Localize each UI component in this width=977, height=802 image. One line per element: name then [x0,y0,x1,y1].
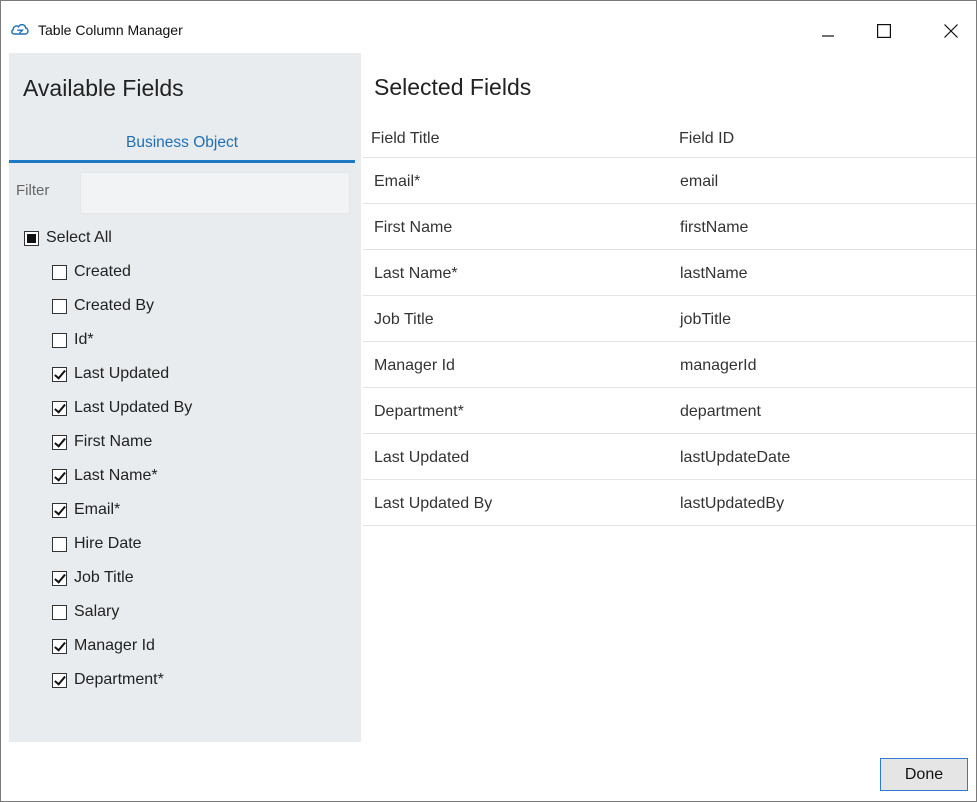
field-title-cell: Last Updated [374,449,470,466]
done-button[interactable]: Done [880,758,968,791]
field-id-cell: lastUpdateDate [680,449,791,466]
field-checkbox[interactable] [52,570,67,586]
field-label: Id* [74,331,94,348]
filter-label: Filter [16,182,50,199]
table-divider [363,295,976,296]
field-checkbox[interactable] [52,536,67,552]
table-divider [363,387,976,388]
field-title-cell: Job Title [374,311,434,328]
field-item[interactable]: Email* [52,499,120,521]
title-bar: Table Column Manager [1,1,976,53]
field-item[interactable]: Department* [52,669,164,691]
field-id-cell: firstName [680,219,749,236]
field-title-cell: Last Name* [374,265,458,282]
field-id-cell: managerId [680,357,757,374]
field-item[interactable]: Created By [52,295,154,317]
field-label: Department* [74,671,164,688]
field-checkbox[interactable] [52,502,67,518]
field-id-cell: lastUpdatedBy [680,495,785,512]
field-title-cell: Email* [374,173,421,190]
table-divider [363,433,976,434]
close-button[interactable] [928,13,974,49]
field-item[interactable]: Id* [52,329,94,351]
maximize-icon [877,24,891,38]
field-checkbox[interactable] [52,468,67,484]
column-header-field-id[interactable]: Field ID [679,130,734,148]
field-item[interactable]: Salary [52,601,119,623]
column-header-field-title[interactable]: Field Title [371,130,439,148]
field-checkbox[interactable] [52,604,67,620]
field-item[interactable]: Manager Id [52,635,155,657]
select-all-label: Select All [46,229,112,246]
field-checkbox[interactable] [52,332,67,348]
field-label: Last Updated [74,365,170,382]
table-divider [363,249,976,250]
field-label: Salary [74,603,120,620]
available-fields-pane: Available Fields Business Object Filter … [9,53,361,742]
select-all-checkbox[interactable]: Select All [24,227,112,249]
filter-input[interactable] [80,172,350,214]
field-checkbox[interactable] [52,298,67,314]
table-divider [363,341,976,342]
cloud-app-icon [10,21,30,37]
field-checkbox[interactable] [52,672,67,688]
window-title: Table Column Manager [38,22,183,38]
field-checkbox[interactable] [52,638,67,654]
table-divider [363,479,976,480]
field-label: Created [74,263,131,280]
field-item[interactable]: Last Updated By [52,397,192,419]
tab-active-indicator [9,160,355,163]
field-label: Hire Date [74,535,142,552]
available-fields-title: Available Fields [23,75,184,101]
field-title-cell: Manager Id [374,357,455,374]
field-title-cell: Department* [374,403,464,420]
field-checkbox[interactable] [52,366,67,382]
selected-fields-title: Selected Fields [374,74,532,100]
table-divider [363,525,976,526]
field-item[interactable]: Last Updated [52,363,169,385]
field-label: Last Name* [74,467,158,484]
minimize-button[interactable] [805,13,851,49]
field-title-cell: Last Updated By [374,495,493,512]
maximize-button[interactable] [861,13,907,49]
field-label: Created By [74,297,155,314]
field-id-cell: lastName [680,265,748,282]
field-label: Manager Id [74,637,155,654]
field-checkbox[interactable] [52,400,67,416]
field-item[interactable]: Job Title [52,567,134,589]
field-id-cell: department [680,403,761,420]
field-id-cell: email [680,173,719,190]
tab-business-object[interactable]: Business Object [9,133,355,161]
field-item[interactable]: Hire Date [52,533,142,555]
select-all-checkbox-box[interactable] [24,230,39,246]
field-checkbox[interactable] [52,264,67,280]
minimize-icon [822,25,834,37]
close-icon [944,24,958,38]
field-label: Email* [74,501,121,518]
table-column-manager-window: Table Column Manager Available Fields Bu… [0,0,977,802]
table-divider [363,157,976,158]
field-label: Job Title [74,569,134,586]
field-item[interactable]: First Name [52,431,152,453]
field-id-cell: jobTitle [680,311,731,328]
field-item[interactable]: Created [52,261,131,283]
field-title-cell: First Name [374,219,453,236]
field-checkbox[interactable] [52,434,67,450]
table-divider [363,203,976,204]
field-label: Last Updated By [74,399,193,416]
field-item[interactable]: Last Name* [52,465,158,487]
field-label: First Name [74,433,153,450]
